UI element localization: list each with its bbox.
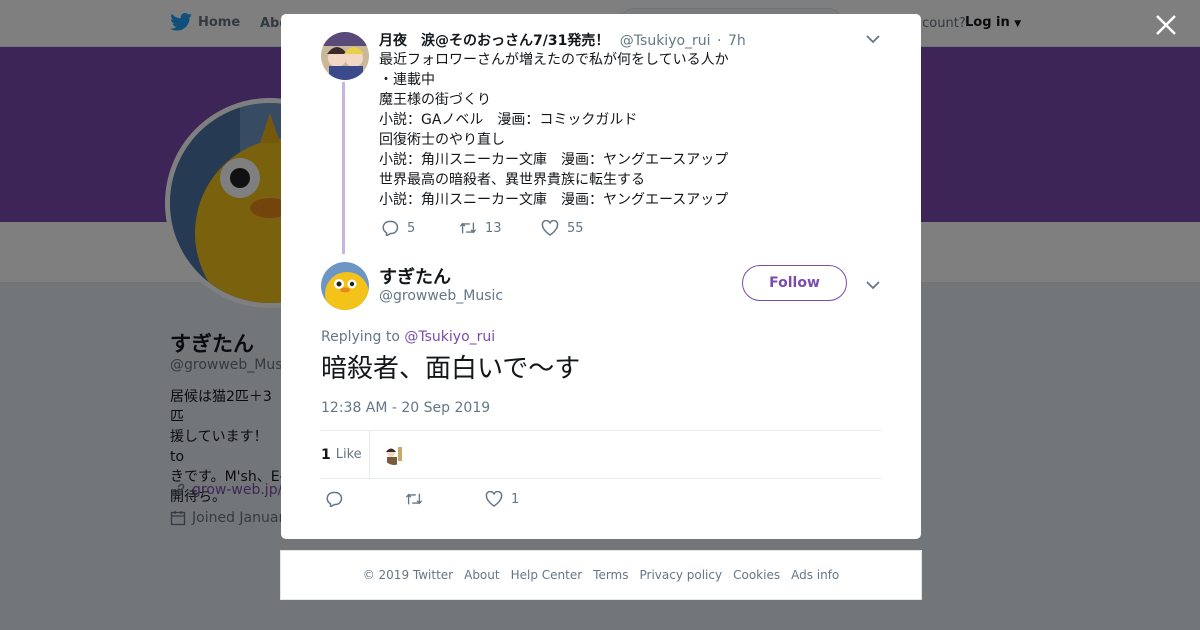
footer-copyright: © 2019 Twitter [362, 568, 454, 582]
like-count: 1 [511, 491, 520, 507]
chevron-down-icon[interactable] [866, 34, 880, 44]
like-count: 55 [567, 220, 584, 236]
site-footer: © 2019 Twitter About Help Center Terms P… [280, 550, 922, 600]
retweet-icon [405, 493, 423, 505]
chick-avatar-image [321, 262, 369, 310]
parent-tweet-line: 回復術士のやり直し [379, 132, 505, 148]
footer-ads-info-link[interactable]: Ads info [791, 568, 839, 582]
parent-separator: · [717, 33, 722, 49]
chevron-down-icon[interactable] [866, 280, 880, 290]
parent-tweet-line: 魔王様の街づくり [379, 92, 491, 108]
retweet-count: 13 [485, 220, 502, 236]
parent-tweet-line: 最近フォロワーさんが増えたので私が何をしている人か [379, 52, 729, 68]
heart-icon [485, 491, 503, 507]
like-button[interactable]: 1 [485, 491, 519, 507]
parent-tweet-header: 月夜 涙@そのおっさん7/31発売！ @Tsukiyo_rui · 7h [379, 30, 746, 50]
main-tweet-text: 暗殺者、面白いで～す [321, 354, 581, 384]
main-author-handle[interactable]: @growweb_Music [379, 288, 503, 304]
parent-tweet-actions: 5 13 55 [381, 220, 584, 236]
anime-avatar-image [383, 443, 405, 465]
parent-tweet-age[interactable]: 7h [728, 33, 746, 49]
likes-stat-count: 1 [321, 446, 331, 463]
reply-button[interactable] [325, 491, 405, 507]
thread-connector-line [342, 82, 345, 254]
retweet-button[interactable] [405, 491, 485, 507]
replying-to-prefix: Replying to [321, 329, 400, 345]
close-icon[interactable] [1153, 12, 1179, 38]
main-tweet-timestamp[interactable]: 12:38 AM - 20 Sep 2019 [321, 400, 490, 416]
main-author-name[interactable]: すぎたん [379, 263, 451, 289]
footer-help-center-link[interactable]: Help Center [511, 568, 583, 582]
replying-to-handle[interactable]: @Tsukiyo_rui [404, 329, 495, 345]
main-tweet-actions: 1 [325, 491, 519, 507]
parent-author-avatar[interactable] [321, 32, 369, 80]
tweet-stats-bar: 1 Like [321, 430, 881, 479]
anime-avatar-image [321, 32, 369, 80]
main-author-avatar[interactable] [321, 262, 369, 310]
reply-count: 5 [407, 220, 416, 236]
reply-button[interactable]: 5 [381, 220, 459, 236]
footer-terms-link[interactable]: Terms [593, 568, 628, 582]
parent-tweet-line: 小説：GAノベル 漫画：コミックガルド [379, 112, 638, 128]
parent-tweet-line: 小説：角川スニーカー文庫 漫画：ヤングエースアップ [379, 152, 729, 168]
retweet-icon [459, 222, 477, 234]
footer-privacy-link[interactable]: Privacy policy [640, 568, 723, 582]
parent-tweet-line: 世界最高の暗殺者、異世界貴族に転生する [379, 172, 645, 188]
liker-avatar[interactable] [383, 443, 405, 465]
reply-icon [382, 220, 399, 236]
parent-author-handle[interactable]: @Tsukiyo_rui [620, 33, 711, 49]
parent-author-name[interactable]: 月夜 涙@そのおっさん7/31発売！ [379, 33, 609, 49]
likes-stat-label: Like [335, 447, 362, 462]
reply-icon [326, 491, 343, 507]
parent-tweet-line: ・連載中 [379, 72, 435, 88]
parent-tweet-text: 最近フォロワーさんが増えたので私が何をしている人か ・連載中 魔王様の街づくり … [379, 50, 729, 210]
retweet-button[interactable]: 13 [459, 220, 541, 236]
footer-about-link[interactable]: About [464, 568, 499, 582]
likes-stat[interactable]: 1 Like [321, 431, 362, 478]
parent-tweet-line: 小説：角川スニーカー文庫 漫画：ヤングエースアップ [379, 192, 729, 208]
replying-to-line: Replying to @Tsukiyo_rui [321, 329, 495, 345]
follow-button[interactable]: Follow [742, 265, 847, 301]
like-button[interactable]: 55 [541, 220, 584, 236]
heart-icon [541, 220, 559, 236]
stats-divider [369, 431, 370, 478]
tweet-permalink-modal: 月夜 涙@そのおっさん7/31発売！ @Tsukiyo_rui · 7h 最近フ… [281, 14, 921, 539]
footer-cookies-link[interactable]: Cookies [733, 568, 780, 582]
